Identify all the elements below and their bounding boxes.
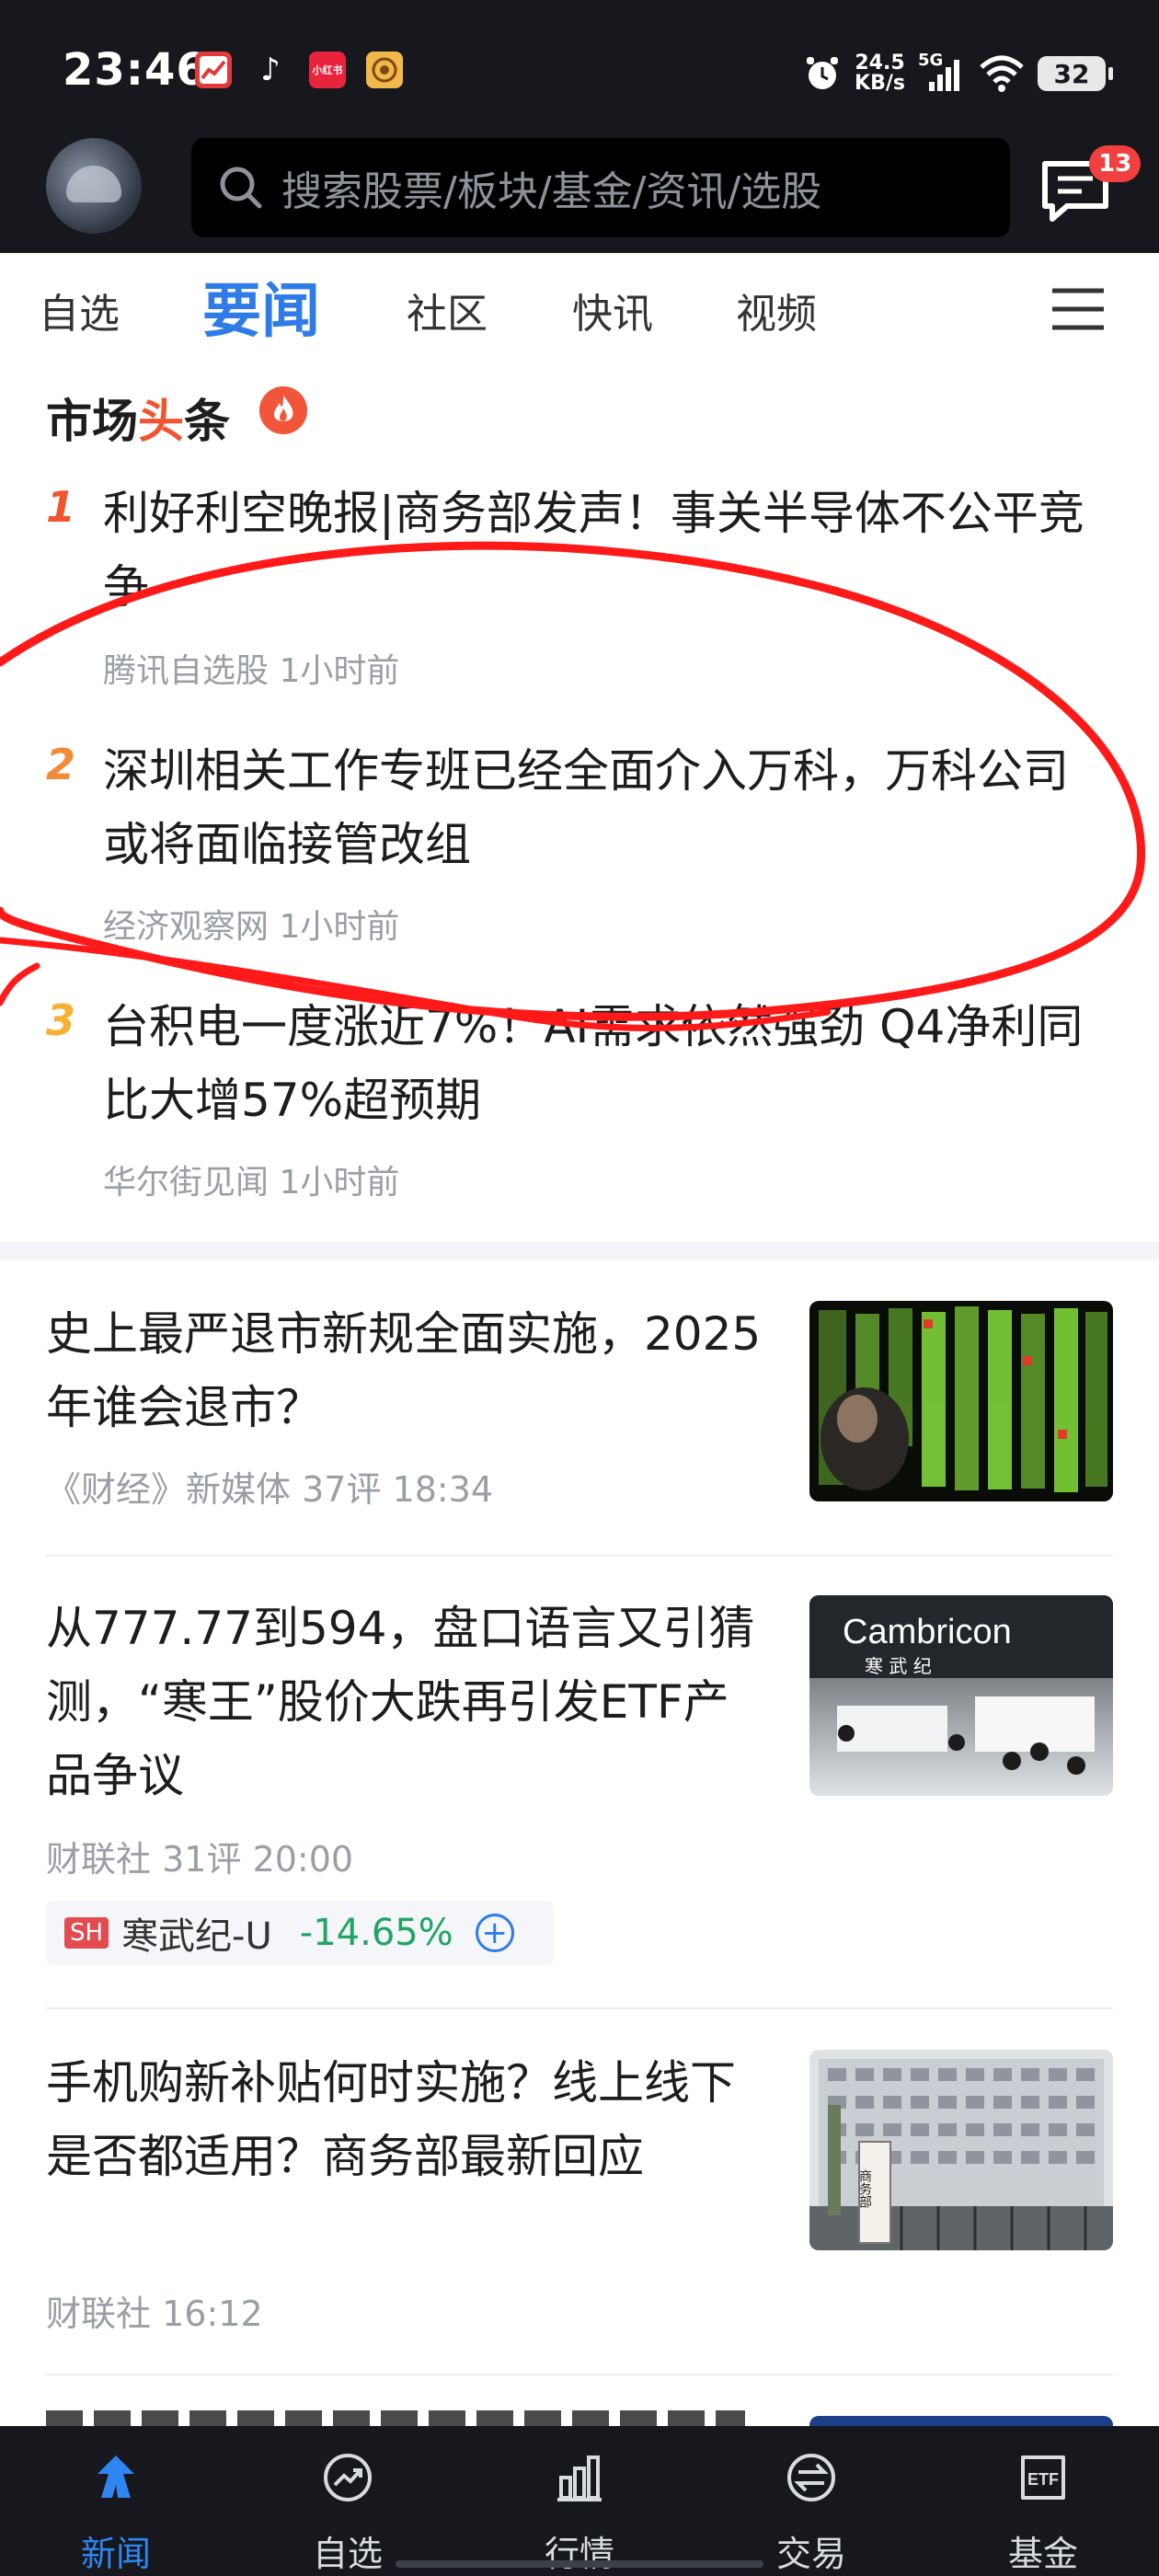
tab-watchlist[interactable]: 自选 xyxy=(39,281,120,339)
coin-app-icon xyxy=(366,52,403,88)
news-meta: 财联社 31评 20:00 xyxy=(46,1831,353,1881)
news-title[interactable]: 从777.77到594，盘口语言又引猜测，“寒王”股价大跌再引发ETF产品争议 xyxy=(46,1592,763,1812)
news-thumbnail-cambricon[interactable]: Cambricon 寒 武 纪 xyxy=(809,1595,1113,1796)
headline-rank: 2 xyxy=(46,740,76,789)
stock-name: 寒武纪-U xyxy=(121,1915,272,1958)
related-stock-tag[interactable]: SH 寒武纪-U -14.65% + xyxy=(46,1901,554,1965)
home-indicator[interactable] xyxy=(396,2560,763,2568)
app-header: 搜索股票/板块/基金/资讯/选股 13 xyxy=(0,138,1159,253)
mofcom-sign-text: 商务部 xyxy=(857,2169,872,2208)
list-separator xyxy=(46,2374,1113,2375)
news-title-partial xyxy=(46,2410,763,2426)
nav-watchlist[interactable]: 自选 xyxy=(232,2426,464,2576)
tab-video[interactable]: 视频 xyxy=(736,281,817,339)
news-thumbnail-mofcom[interactable]: 商务部 xyxy=(809,2050,1113,2250)
headline-rank: 1 xyxy=(46,482,76,532)
news-time: 20:00 xyxy=(252,1839,354,1880)
fund-icon: ETF xyxy=(1021,2455,1065,2500)
headline-text[interactable]: 台积电一度涨近7%！AI需求依然强劲 Q4净利同比大增57%超预期 xyxy=(103,990,1096,1137)
headline-source: 经济观察网 xyxy=(103,908,270,946)
search-bar[interactable]: 搜索股票/板块/基金/资讯/选股 xyxy=(191,138,1010,237)
wifi-icon xyxy=(980,55,1024,92)
headline-meta: 经济观察网 1小时前 xyxy=(103,900,399,948)
news-title[interactable]: 史上最严退市新规全面实施，2025年谁会退市？ xyxy=(46,1297,763,1444)
nav-news[interactable]: 新闻 xyxy=(0,2426,232,2576)
headline-text[interactable]: 利好利空晚报|商务部发声！事关半导体不公平竞争 xyxy=(103,477,1096,624)
menu-icon[interactable] xyxy=(1050,287,1106,331)
cambricon-logo-text: Cambricon xyxy=(843,1613,1012,1651)
news-icon xyxy=(98,2455,134,2498)
nav-label: 基金 xyxy=(1007,2534,1078,2574)
nav-label: 行情 xyxy=(544,2534,614,2574)
headline-time: 1小时前 xyxy=(279,652,400,690)
nav-market[interactable]: 行情 xyxy=(464,2426,695,2576)
headline-source: 腾讯自选股 xyxy=(103,652,270,690)
market-icon xyxy=(557,2455,602,2501)
headlines-title-accent: 头 xyxy=(138,395,184,448)
section-divider xyxy=(0,1242,1159,1260)
headline-time: 1小时前 xyxy=(279,908,400,946)
news-comments: 31评 xyxy=(162,1839,242,1880)
message-badge: 13 xyxy=(1089,145,1142,182)
status-time: 23:46 xyxy=(63,44,208,96)
news-thumbnail-stock-board[interactable] xyxy=(809,1301,1113,1501)
news-time: 18:34 xyxy=(392,1469,494,1510)
search-icon xyxy=(220,167,262,209)
news-source: 财联社 xyxy=(46,2294,152,2334)
news-title[interactable]: 手机购新补贴何时实施？线上线下是否都适用？商务部最新回应 xyxy=(46,2046,763,2193)
watchlist-icon xyxy=(324,2454,372,2501)
news-source: 《财经》新媒体 xyxy=(46,1469,292,1510)
status-right: 24.5 KB/s 5G 32 xyxy=(803,46,1113,101)
svg-text:ETF: ETF xyxy=(1027,2470,1059,2489)
headline-meta: 腾讯自选股 1小时前 xyxy=(103,644,399,692)
nav-fund[interactable]: ETF 基金 xyxy=(927,2426,1159,2576)
news-source: 财联社 xyxy=(46,1839,152,1880)
tab-flash[interactable]: 快讯 xyxy=(572,281,653,339)
list-separator xyxy=(46,1555,1113,1557)
stock-change: -14.65% xyxy=(299,1912,453,1954)
add-stock-icon[interactable]: + xyxy=(475,1914,514,1952)
market-badge: SH xyxy=(64,1917,109,1949)
news-thumbnail-partial xyxy=(809,2416,1113,2426)
net-speed-unit: KB/s xyxy=(855,72,905,95)
tab-community[interactable]: 社区 xyxy=(407,281,488,339)
news-comments: 37评 xyxy=(302,1469,382,1510)
tab-news[interactable]: 要闻 xyxy=(202,264,320,349)
nav-label: 自选 xyxy=(312,2534,383,2574)
headline-time: 1小时前 xyxy=(279,1164,400,1202)
list-separator xyxy=(46,2007,1113,2009)
headlines-title-part2: 条 xyxy=(184,395,230,448)
alarm-icon xyxy=(807,57,839,89)
stock-app-icon xyxy=(195,52,232,88)
network-type: 5G xyxy=(918,51,944,70)
news-time: 16:12 xyxy=(162,2294,263,2334)
bottom-navigation: 新闻 自选 行情 交易 ETF 基金 xyxy=(0,2426,1159,2576)
xiaohongshu-icon: 小红书 xyxy=(309,52,346,88)
nav-label: 新闻 xyxy=(80,2534,151,2574)
trade-icon xyxy=(787,2454,835,2501)
nav-label: 交易 xyxy=(775,2534,846,2574)
net-speed: 24.5 KB/s xyxy=(855,53,905,94)
nav-trade[interactable]: 交易 xyxy=(695,2426,927,2576)
news-meta: 《财经》新媒体 37评 18:34 xyxy=(46,1461,493,1512)
headline-source: 华尔街见闻 xyxy=(103,1164,270,1202)
avatar[interactable] xyxy=(46,138,142,234)
fire-icon xyxy=(259,386,307,434)
battery-indicator: 32 xyxy=(1038,56,1113,91)
top-tabs: 自选 要闻 社区 快讯 视频 xyxy=(0,253,1159,363)
cambricon-cn-text: 寒 武 纪 xyxy=(865,1655,932,1677)
headlines-title-part1: 市场 xyxy=(46,395,138,448)
net-speed-value: 24.5 xyxy=(855,52,905,75)
headline-rank: 3 xyxy=(46,995,76,1045)
news-meta: 财联社 16:12 xyxy=(46,2285,263,2336)
headline-text[interactable]: 深圳相关工作专班已经全面介入万科，万科公司或将面临接管改组 xyxy=(103,734,1096,881)
tiktok-icon: ♪ xyxy=(260,52,281,88)
headline-meta: 华尔街见闻 1小时前 xyxy=(103,1156,399,1203)
headlines-title: 市场头条 xyxy=(46,385,230,451)
cell-signal-icon: 5G xyxy=(918,51,966,93)
search-placeholder: 搜索股票/板块/基金/资讯/选股 xyxy=(281,168,822,215)
status-bar: 23:46 ♪ 小红书 24.5 KB/s 5G 32 xyxy=(0,0,1159,138)
